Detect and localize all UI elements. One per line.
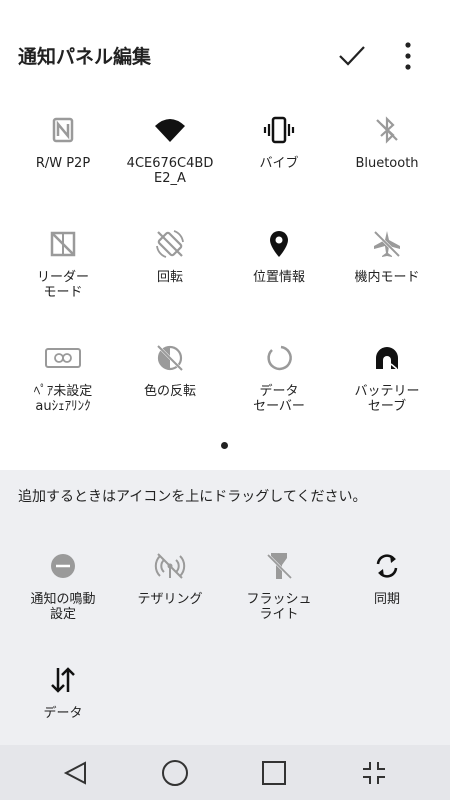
collapse-corners-icon (363, 762, 385, 784)
drag-hint-text: 追加するときはアイコンを上にドラッグしてください。 (18, 489, 367, 505)
location-pin-icon (270, 231, 288, 257)
wifi-icon (155, 119, 185, 142)
tile-label: Bluetooth (355, 156, 419, 171)
home-circle-icon (162, 760, 188, 786)
tile-label: フラッシュ ライト (246, 592, 312, 622)
navigation-bar (0, 745, 450, 800)
tile-label: 位置情報 (252, 270, 305, 285)
tile-notification-sound[interactable]: 通知の鳴動 設定 (7, 550, 119, 622)
tile-flashlight[interactable]: フラッシュ ライト (223, 550, 335, 622)
airplane-off-icon (373, 230, 401, 258)
app-header: 通知パネル編集 (0, 0, 450, 112)
tile-airplane-mode[interactable]: 機内モード (331, 228, 443, 285)
tile-label: バッテリー セーブ (354, 384, 420, 414)
share-link-icon (45, 348, 81, 368)
tile-label: 機内モード (354, 270, 420, 285)
tile-location[interactable]: 位置情報 (223, 228, 335, 285)
tethering-off-icon (154, 553, 186, 579)
bluetooth-off-icon (376, 116, 398, 144)
page-title: 通知パネル編集 (18, 46, 152, 68)
nfc-icon (52, 117, 74, 143)
tile-rotation[interactable]: 回転 (114, 228, 226, 285)
tile-bluetooth[interactable]: Bluetooth (331, 114, 443, 171)
tile-label: 通知の鳴動 設定 (30, 592, 96, 622)
available-tiles-tray: 追加するときはアイコンを上にドラッグしてください。 通知の鳴動 設定 テザリング… (0, 470, 450, 745)
data-arrows-icon (51, 667, 75, 693)
tile-label: 4CE676C4BD E2_A (126, 156, 214, 186)
tile-label: リーダー モード (36, 270, 89, 300)
battery-saver-icon (376, 347, 398, 370)
more-vert-icon (405, 42, 411, 70)
flashlight-off-icon (265, 552, 293, 580)
tile-rw-p2p[interactable]: R/W P2P (7, 114, 119, 171)
check-icon (339, 46, 365, 66)
data-saver-icon (267, 345, 292, 371)
tile-data-saver[interactable]: データ セーバー (223, 342, 335, 414)
tile-label: 色の反転 (143, 384, 196, 399)
back-triangle-icon (63, 761, 86, 785)
tile-sync[interactable]: 同期 (331, 550, 443, 607)
tile-label: 回転 (156, 270, 183, 285)
back-button[interactable] (56, 753, 96, 793)
tile-label: データ セーバー (253, 384, 305, 414)
tile-label: R/W P2P (35, 156, 91, 171)
tile-tethering[interactable]: テザリング (114, 550, 226, 607)
tile-mobile-data[interactable]: データ (7, 664, 119, 721)
tile-reader-mode[interactable]: リーダー モード (7, 228, 119, 300)
reader-mode-icon (50, 231, 76, 257)
more-options-button[interactable] (388, 36, 428, 76)
tile-label: テザリング (137, 592, 203, 607)
tile-au-share-link[interactable]: ﾍﾟｱ未設定 auｼｪｱﾘﾝｸ (7, 342, 119, 414)
vibrate-icon (263, 116, 295, 144)
tile-vibrate[interactable]: バイブ (223, 114, 335, 171)
tile-invert-colors[interactable]: 色の反転 (114, 342, 226, 399)
tile-label: データ (43, 706, 83, 721)
sync-icon (376, 554, 398, 578)
tile-label: 同期 (373, 592, 400, 607)
invert-colors-icon (156, 344, 184, 372)
tile-label: ﾍﾟｱ未設定 auｼｪｱﾘﾝｸ (33, 384, 93, 414)
rotation-lock-icon (156, 230, 184, 258)
page-indicator-dot (221, 442, 228, 449)
confirm-button[interactable] (332, 36, 372, 76)
home-button[interactable] (155, 753, 195, 793)
recents-square-icon (262, 761, 286, 785)
minimize-button[interactable] (354, 753, 394, 793)
tile-label: バイブ (259, 156, 299, 171)
do-not-disturb-icon (51, 554, 75, 578)
tile-battery-saver[interactable]: バッテリー セーブ (331, 342, 443, 414)
tile-wifi[interactable]: 4CE676C4BD E2_A (114, 114, 226, 186)
recent-apps-button[interactable] (254, 753, 294, 793)
